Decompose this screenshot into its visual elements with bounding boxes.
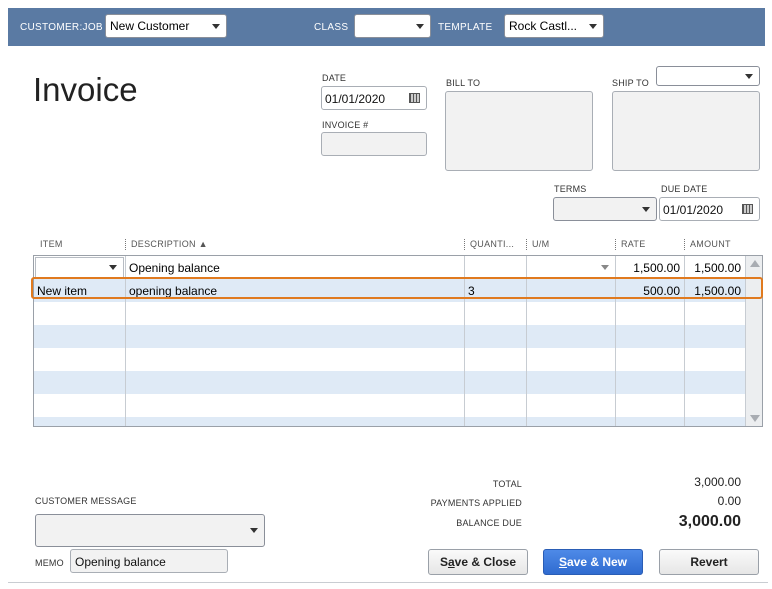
table-row[interactable] [34, 371, 746, 394]
column-header-amount[interactable]: AMOUNT [684, 239, 731, 250]
class-dropdown[interactable] [354, 14, 431, 38]
column-header-description[interactable]: DESCRIPTION ▲ [125, 239, 208, 250]
chevron-down-icon [250, 528, 258, 533]
save-close-label-end: ve & Close [454, 555, 517, 569]
scroll-up-icon[interactable] [750, 260, 760, 267]
chevron-down-icon [109, 265, 117, 270]
invoice-number-field[interactable] [321, 132, 427, 156]
save-new-label-end: ave & New [566, 555, 628, 569]
memo-value: Opening balance [75, 555, 166, 569]
customer-job-label: CUSTOMER:JOB [20, 22, 103, 33]
column-header-quantity[interactable]: QUANTI... [464, 239, 515, 250]
table-row[interactable] [34, 325, 746, 348]
ship-to-label: SHIP TO [612, 78, 649, 88]
cell-description[interactable]: Opening balance [129, 261, 220, 275]
save-new-button[interactable]: Save & New [543, 549, 643, 575]
column-header-description-label: DESCRIPTION ▲ [131, 239, 208, 249]
revert-button[interactable]: Revert [659, 549, 759, 575]
chevron-down-icon [745, 74, 753, 79]
ship-to-dropdown[interactable] [656, 66, 760, 86]
chevron-down-icon [589, 24, 597, 29]
customer-message-label: CUSTOMER MESSAGE [35, 496, 137, 506]
table-row[interactable] [34, 394, 746, 417]
save-close-button[interactable]: Save & Close [428, 549, 528, 575]
template-dropdown[interactable]: Rock Castl... [504, 14, 604, 38]
balance-due-value: 3,000.00 [678, 513, 741, 530]
due-date-value: 01/01/2020 [663, 203, 724, 217]
template-label: TEMPLATE [438, 22, 493, 33]
chevron-down-icon [212, 24, 220, 29]
chevron-down-icon [416, 24, 424, 29]
memo-label: MEMO [35, 558, 64, 568]
column-header-item[interactable]: ITEM [40, 239, 63, 249]
due-date-field[interactable]: 01/01/2020 [659, 197, 760, 221]
bill-to-field[interactable] [445, 91, 593, 171]
date-value: 01/01/2020 [325, 92, 386, 106]
save-close-label-accel: a [447, 555, 455, 569]
cell-rate[interactable]: 1,500.00 [616, 261, 680, 275]
customer-message-dropdown[interactable] [35, 514, 265, 547]
bill-to-label: BILL TO [446, 78, 481, 88]
page-title: Invoice [33, 71, 138, 108]
column-header-um-label: U/M [532, 239, 550, 249]
column-header-amount-label: AMOUNT [690, 239, 731, 249]
um-dropdown[interactable] [527, 257, 615, 278]
table-row[interactable] [34, 348, 746, 371]
total-value: 3,000.00 [694, 475, 741, 489]
balance-due-label: BALANCE DUE [456, 518, 522, 528]
class-label: CLASS [314, 22, 349, 33]
date-label: DATE [322, 73, 347, 83]
save-new-label-accel: S [558, 555, 567, 569]
column-header-rate[interactable]: RATE [615, 239, 646, 250]
terms-label: TERMS [554, 184, 587, 194]
table-row[interactable] [34, 302, 746, 325]
total-label: TOTAL [492, 479, 522, 489]
memo-field[interactable]: Opening balance [70, 549, 228, 573]
scroll-down-icon[interactable] [750, 415, 760, 422]
customer-job-value: New Customer [110, 19, 190, 33]
payments-applied-label: PAYMENTS APPLIED [430, 498, 522, 508]
due-date-label: DUE DATE [661, 184, 708, 194]
column-header-quantity-label: QUANTI... [470, 239, 515, 249]
column-header-rate-label: RATE [621, 239, 646, 249]
selected-row-highlight [31, 277, 763, 299]
calendar-icon[interactable] [409, 93, 420, 103]
invoice-number-label: INVOICE # [322, 120, 369, 130]
column-header-um[interactable]: U/M [526, 239, 550, 250]
ship-to-field[interactable] [612, 91, 760, 171]
date-field[interactable]: 01/01/2020 [321, 86, 427, 110]
chevron-down-icon [601, 265, 609, 270]
save-close-label-start: S [439, 555, 448, 569]
item-dropdown[interactable] [35, 257, 124, 278]
table-row[interactable]: Opening balance 1,500.00 1,500.00 [34, 256, 746, 279]
payments-applied-value: 0.00 [717, 494, 741, 508]
cell-amount[interactable]: 1,500.00 [685, 261, 741, 275]
template-value: Rock Castl... [509, 19, 578, 33]
table-row[interactable] [34, 417, 746, 426]
chevron-down-icon [642, 207, 650, 212]
calendar-icon[interactable] [742, 204, 753, 214]
divider [8, 582, 768, 583]
customer-job-dropdown[interactable]: New Customer [105, 14, 227, 38]
terms-dropdown[interactable] [553, 197, 657, 221]
